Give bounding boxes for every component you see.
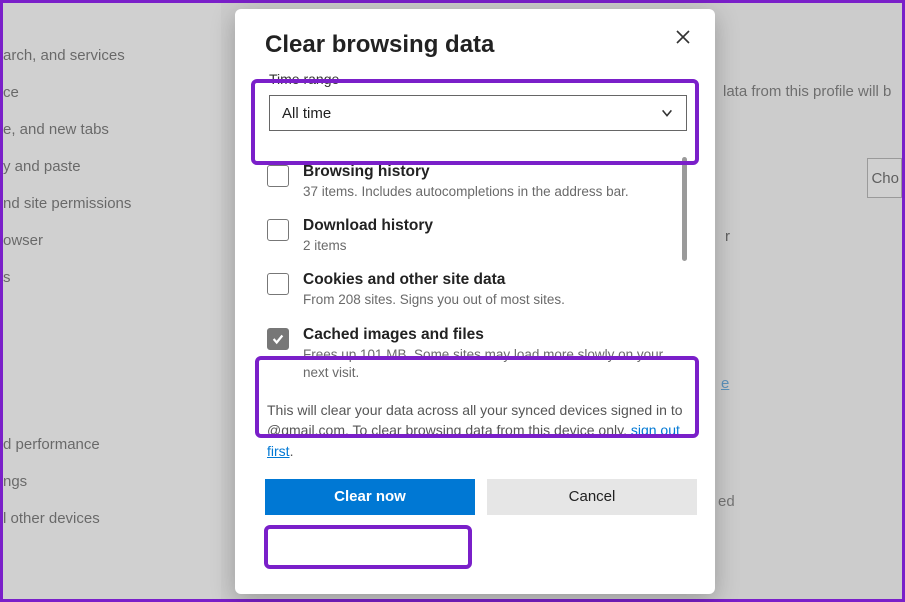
close-button[interactable] [671, 27, 695, 51]
option-title: Browsing history [303, 163, 667, 181]
data-types-list: Browsing history 37 items. Includes auto… [265, 157, 697, 392]
time-range-section: Time range All time [265, 67, 697, 139]
option-subtitle: 2 items [303, 237, 667, 255]
checkbox[interactable] [267, 219, 289, 241]
time-range-select[interactable]: All time [269, 95, 687, 131]
time-range-value: All time [282, 105, 331, 122]
scrollbar[interactable] [682, 157, 687, 261]
option-cached-images[interactable]: Cached images and files Frees up 101 MB.… [265, 320, 697, 392]
time-range-label: Time range [269, 71, 693, 87]
checkbox[interactable] [267, 328, 289, 350]
cancel-button[interactable]: Cancel [487, 479, 697, 515]
option-subtitle: 37 items. Includes autocompletions in th… [303, 183, 667, 201]
clear-now-button[interactable]: Clear now [265, 479, 475, 515]
option-title: Download history [303, 217, 667, 235]
close-icon [675, 29, 691, 50]
option-subtitle: From 208 sites. Signs you out of most si… [303, 291, 667, 309]
checkbox[interactable] [267, 273, 289, 295]
option-title: Cached images and files [303, 326, 667, 344]
sync-note: This will clear your data across all you… [267, 400, 689, 461]
option-browsing-history[interactable]: Browsing history 37 items. Includes auto… [265, 157, 697, 211]
clear-browsing-data-dialog: Clear browsing data Time range All time … [235, 9, 715, 594]
dialog-title: Clear browsing data [265, 31, 697, 59]
option-cookies[interactable]: Cookies and other site data From 208 sit… [265, 265, 697, 319]
option-download-history[interactable]: Download history 2 items [265, 211, 697, 265]
chevron-down-icon [660, 106, 674, 120]
dialog-buttons: Clear now Cancel [265, 479, 697, 515]
checkbox[interactable] [267, 165, 289, 187]
option-subtitle: Frees up 101 MB. Some sites may load mor… [303, 346, 667, 382]
option-title: Cookies and other site data [303, 271, 667, 289]
